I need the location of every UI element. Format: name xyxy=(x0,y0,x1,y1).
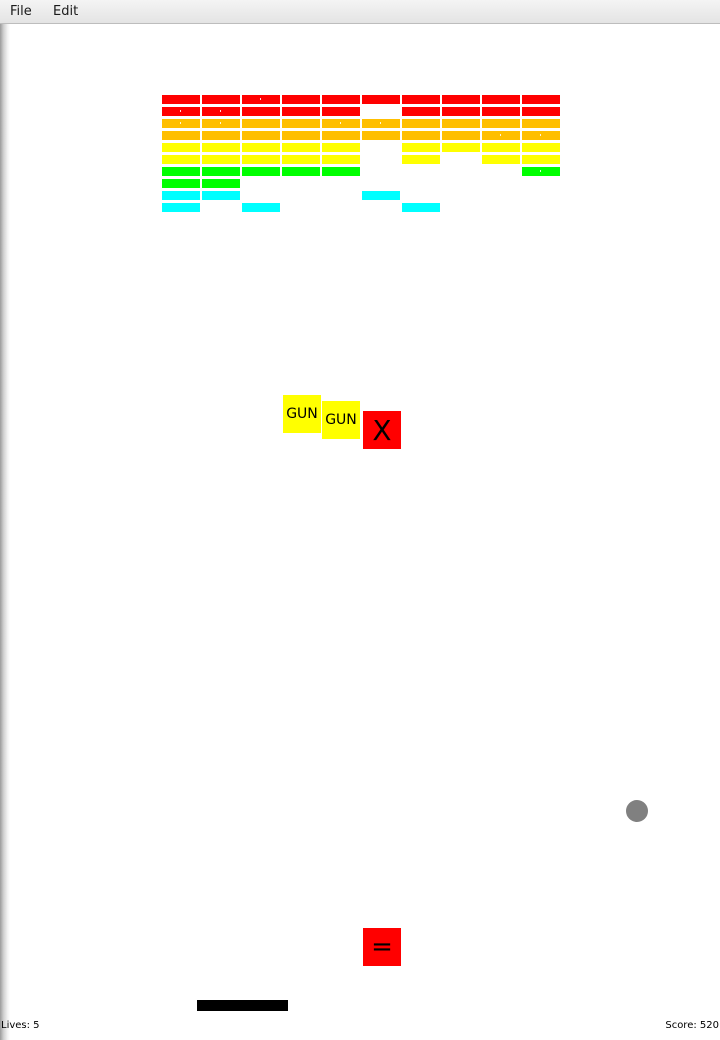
brick-crack-mark xyxy=(500,134,501,136)
brick-orange xyxy=(322,119,360,128)
brick-green xyxy=(202,179,240,188)
brick-cyan xyxy=(362,191,400,200)
brick-orange xyxy=(482,119,520,128)
brick-yellow xyxy=(162,143,200,152)
brick-crack-mark xyxy=(380,122,381,124)
brick-crack-mark xyxy=(340,122,341,124)
brick-orange xyxy=(482,131,520,140)
brick-crack-mark xyxy=(540,170,541,172)
brick-red xyxy=(522,95,560,104)
brick-red xyxy=(162,95,200,104)
brick-orange xyxy=(442,119,480,128)
brick-crack-mark xyxy=(220,110,221,112)
score-counter: Score: 520 xyxy=(665,1020,719,1031)
brick-orange xyxy=(362,119,400,128)
brick-cyan xyxy=(162,203,200,212)
brick-yellow xyxy=(162,155,200,164)
brick-green xyxy=(202,167,240,176)
brick-orange xyxy=(402,131,440,140)
brick-green xyxy=(522,167,560,176)
brick-red xyxy=(162,107,200,116)
brick-green xyxy=(322,167,360,176)
brick-yellow xyxy=(282,143,320,152)
brick-red xyxy=(202,95,240,104)
brick-crack-mark xyxy=(260,98,261,100)
brick-crack-mark xyxy=(180,122,181,124)
brick-orange xyxy=(162,119,200,128)
brick-green xyxy=(162,179,200,188)
brick-crack-mark xyxy=(180,110,181,112)
brick-orange xyxy=(282,119,320,128)
brick-green xyxy=(162,167,200,176)
brick-yellow xyxy=(242,143,280,152)
brick-orange xyxy=(282,131,320,140)
game-window: File Edit GUN GUN X = Lives: 5 Score: 52… xyxy=(0,0,720,1040)
brick-yellow xyxy=(482,155,520,164)
gun-powerup: GUN xyxy=(283,395,321,433)
brick-yellow xyxy=(242,155,280,164)
brick-yellow xyxy=(402,155,440,164)
brick-orange xyxy=(322,131,360,140)
brick-yellow xyxy=(202,143,240,152)
brick-yellow xyxy=(282,155,320,164)
brick-orange xyxy=(442,131,480,140)
brick-yellow xyxy=(202,155,240,164)
brick-green xyxy=(282,167,320,176)
brick-yellow xyxy=(322,155,360,164)
brick-red xyxy=(362,95,400,104)
brick-yellow xyxy=(402,143,440,152)
equal-powerup: = xyxy=(363,928,401,966)
brick-field xyxy=(0,0,720,240)
x-powerup: X xyxy=(363,411,401,449)
brick-cyan xyxy=(242,203,280,212)
brick-crack-mark xyxy=(220,122,221,124)
brick-red xyxy=(402,95,440,104)
brick-red xyxy=(522,107,560,116)
brick-red xyxy=(282,95,320,104)
brick-orange xyxy=(202,119,240,128)
brick-red xyxy=(402,107,440,116)
ball xyxy=(626,800,648,822)
brick-orange xyxy=(522,131,560,140)
brick-orange xyxy=(242,131,280,140)
brick-cyan xyxy=(202,191,240,200)
brick-red xyxy=(322,107,360,116)
lives-counter: Lives: 5 xyxy=(1,1020,40,1031)
brick-red xyxy=(202,107,240,116)
brick-orange xyxy=(402,119,440,128)
brick-cyan xyxy=(402,203,440,212)
brick-red xyxy=(242,95,280,104)
brick-yellow xyxy=(522,143,560,152)
brick-red xyxy=(442,95,480,104)
brick-orange xyxy=(242,119,280,128)
brick-red xyxy=(442,107,480,116)
brick-cyan xyxy=(162,191,200,200)
brick-yellow xyxy=(322,143,360,152)
brick-red xyxy=(482,107,520,116)
brick-red xyxy=(282,107,320,116)
brick-green xyxy=(242,167,280,176)
brick-yellow xyxy=(442,143,480,152)
brick-orange xyxy=(202,131,240,140)
brick-crack-mark xyxy=(540,134,541,136)
brick-orange xyxy=(362,131,400,140)
paddle[interactable] xyxy=(197,1000,288,1011)
brick-yellow xyxy=(522,155,560,164)
gun-powerup: GUN xyxy=(322,401,360,439)
brick-yellow xyxy=(482,143,520,152)
brick-red xyxy=(242,107,280,116)
brick-orange xyxy=(522,119,560,128)
brick-orange xyxy=(162,131,200,140)
brick-red xyxy=(322,95,360,104)
brick-red xyxy=(482,95,520,104)
